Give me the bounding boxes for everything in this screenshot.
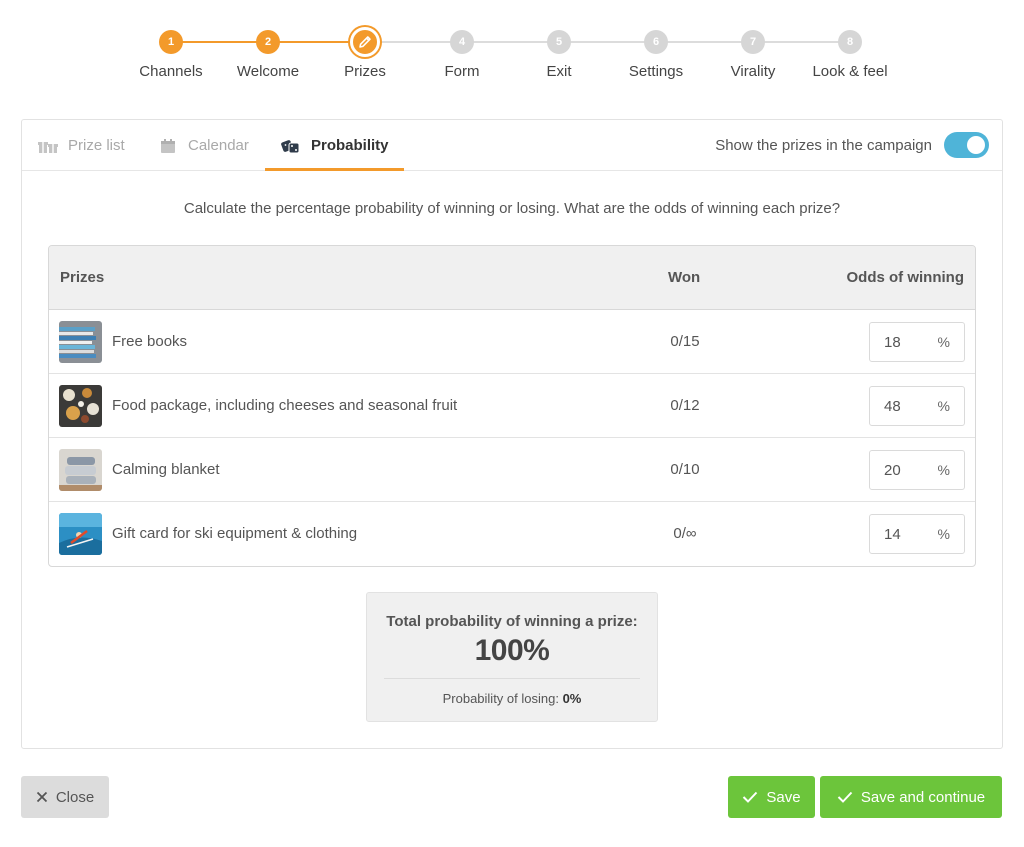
step-label: Virality xyxy=(730,63,776,80)
step-label: Exit xyxy=(546,63,572,80)
table-row: Gift card for ski equipment & clothing 0… xyxy=(49,502,975,566)
tab-label: Calendar xyxy=(188,137,249,154)
tab-calendar[interactable]: Calendar xyxy=(158,120,249,171)
save-and-continue-button[interactable]: Save and continue xyxy=(820,776,1002,818)
ski-image xyxy=(59,513,102,555)
step-number: 1 xyxy=(159,30,183,54)
step-exit[interactable]: 5 Exit xyxy=(509,28,609,80)
tab-label: Prize list xyxy=(68,137,125,154)
probability-summary: Total probability of winning a prize: 10… xyxy=(366,592,658,722)
odds-value: 20 xyxy=(884,462,901,479)
losing-label: Probability of losing: xyxy=(442,691,559,706)
check-icon xyxy=(742,791,758,803)
gifts-icon xyxy=(38,138,58,154)
step-look-and-feel[interactable]: 8 Look & feel xyxy=(800,28,900,80)
intro-text: Calculate the percentage probability of … xyxy=(183,200,841,217)
progress-stepper: 1 Channels 2 Welcome Prizes 4 Form 5 Exi… xyxy=(0,27,1024,88)
books-image xyxy=(59,321,102,363)
odds-value: 48 xyxy=(884,398,901,415)
tab-probability[interactable]: Probability xyxy=(281,120,389,171)
pencil-icon xyxy=(350,27,380,57)
prize-won: 0/12 xyxy=(670,397,700,414)
prize-name: Calming blanket xyxy=(112,461,220,478)
header-prizes: Prizes xyxy=(60,269,105,286)
percent-unit: % xyxy=(937,334,950,350)
prize-won: 0/15 xyxy=(670,333,700,350)
step-welcome[interactable]: 2 Welcome xyxy=(218,28,318,80)
summary-title: Total probability of winning a prize: xyxy=(386,613,638,630)
losing-value: 0% xyxy=(562,691,582,706)
show-prizes-label: Show the prizes in the campaign xyxy=(715,137,932,154)
step-label: Welcome xyxy=(236,63,300,80)
step-number: 8 xyxy=(838,30,862,54)
losing-probability: Probability of losing: 0% xyxy=(367,691,657,706)
header-won: Won xyxy=(668,269,701,286)
step-label: Look & feel xyxy=(812,63,888,80)
check-icon xyxy=(837,791,853,803)
tab-prize-list[interactable]: Prize list xyxy=(38,120,125,171)
step-settings[interactable]: 6 Settings xyxy=(606,28,706,80)
odds-input[interactable]: 20 % xyxy=(869,450,965,490)
save-button[interactable]: Save xyxy=(728,776,815,818)
step-channels[interactable]: 1 Channels xyxy=(121,28,221,80)
probability-table: Prizes Won Odds of winning Free books 0/… xyxy=(48,245,976,567)
prize-name: Free books xyxy=(112,333,188,350)
step-form[interactable]: 4 Form xyxy=(412,28,512,80)
divider xyxy=(384,678,640,679)
step-label: Channels xyxy=(139,63,203,80)
step-number: 7 xyxy=(741,30,765,54)
odds-input[interactable]: 18 % xyxy=(869,322,965,362)
table-row: Food package, including cheeses and seas… xyxy=(49,374,975,438)
odds-input[interactable]: 14 % xyxy=(869,514,965,554)
save-continue-label: Save and continue xyxy=(860,788,986,806)
odds-input[interactable]: 48 % xyxy=(869,386,965,426)
table-header: Prizes Won Odds of winning xyxy=(49,246,975,310)
blanket-image xyxy=(59,449,102,491)
step-number: 6 xyxy=(644,30,668,54)
tab-bar: Prize list Calendar Probability Show the… xyxy=(22,120,1002,171)
save-label: Save xyxy=(766,788,801,806)
prize-name: Gift card for ski equipment & clothing xyxy=(112,525,358,542)
table-row: Free books 0/15 18 % xyxy=(49,310,975,374)
close-label: Close xyxy=(55,788,95,806)
prize-won: 0/10 xyxy=(670,461,700,478)
table-row: Calming blanket 0/10 20 % xyxy=(49,438,975,502)
step-label: Prizes xyxy=(344,63,386,80)
food-image xyxy=(59,385,102,427)
step-label: Form xyxy=(444,63,480,80)
step-virality[interactable]: 7 Virality xyxy=(703,28,803,80)
odds-value: 14 xyxy=(884,526,901,543)
odds-value: 18 xyxy=(884,334,901,351)
percent-unit: % xyxy=(937,526,950,542)
close-button[interactable]: Close xyxy=(21,776,109,818)
percent-unit: % xyxy=(937,462,950,478)
step-prizes[interactable]: Prizes xyxy=(315,27,415,80)
prize-name: Food package, including cheeses and seas… xyxy=(112,397,458,414)
calendar-icon xyxy=(158,138,178,154)
active-tab-indicator xyxy=(265,168,404,171)
close-icon xyxy=(36,791,48,803)
percent-unit: % xyxy=(937,398,950,414)
step-number: 2 xyxy=(256,30,280,54)
header-odds: Odds of winning xyxy=(846,269,964,286)
step-number: 5 xyxy=(547,30,571,54)
tab-label: Probability xyxy=(311,137,389,154)
prizes-panel: Prize list Calendar Probability Show the… xyxy=(21,119,1003,749)
step-number: 4 xyxy=(450,30,474,54)
total-probability: 100% xyxy=(474,634,550,667)
toggle-knob xyxy=(967,136,985,154)
prize-won: 0/∞ xyxy=(673,525,697,542)
dice-icon xyxy=(281,138,301,154)
step-label: Settings xyxy=(628,63,684,80)
show-prizes-toggle[interactable] xyxy=(944,132,989,158)
